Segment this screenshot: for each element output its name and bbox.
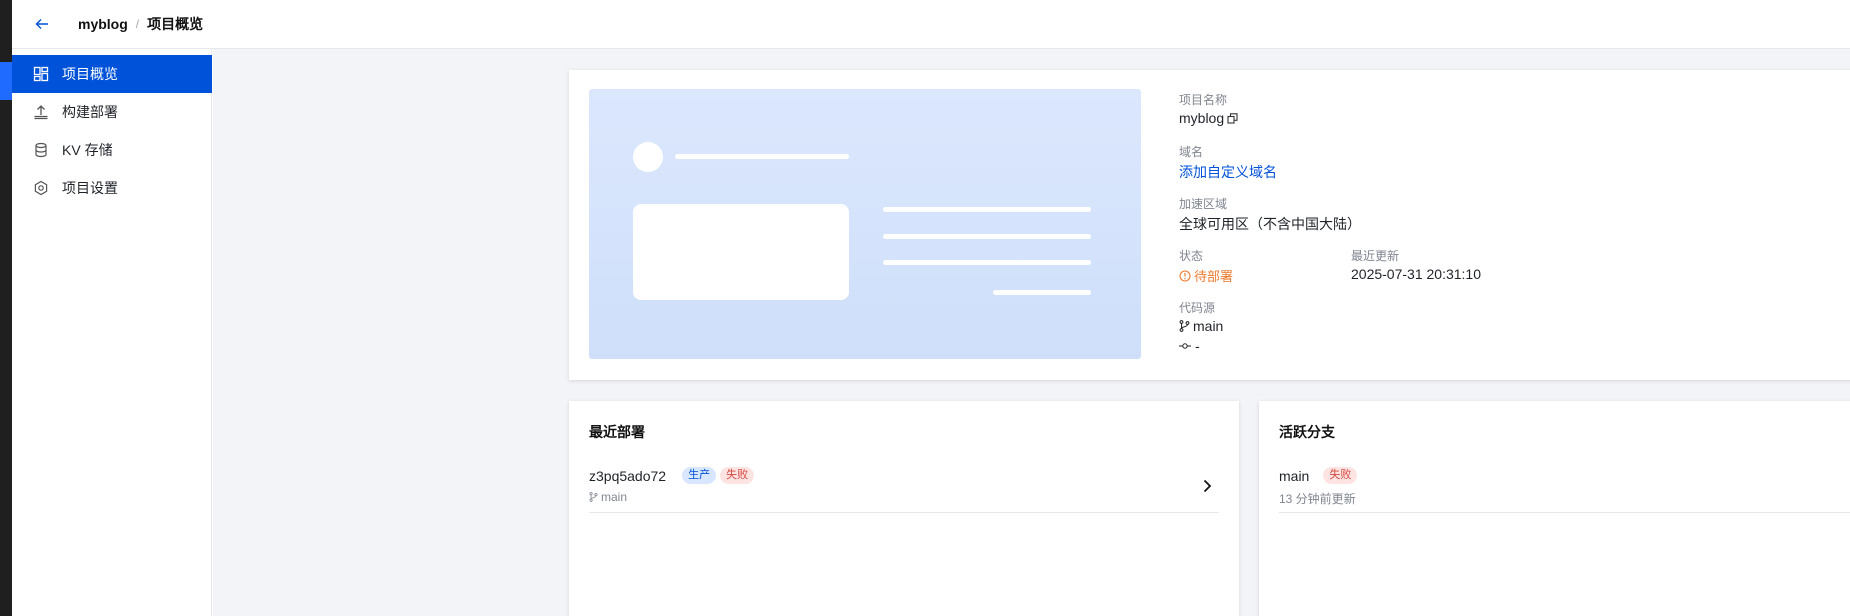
breadcrumb: myblog / 项目概览: [78, 14, 203, 34]
placeholder-line: [993, 290, 1091, 295]
add-custom-domain-link[interactable]: 添加自定义域名: [1179, 162, 1277, 182]
placeholder-line: [883, 234, 1091, 239]
deploy-row[interactable]: z3pq5ado72 生产 失败 main: [589, 461, 1219, 513]
active-window-marker: [0, 62, 12, 100]
breadcrumb-project[interactable]: myblog: [78, 16, 128, 32]
git-branch-icon: [589, 492, 598, 502]
branch-name: main: [1279, 467, 1310, 484]
placeholder-avatar: [633, 142, 663, 172]
project-name-value: myblog: [1179, 110, 1238, 126]
project-name-text: myblog: [1179, 110, 1225, 126]
sidebar-item-label: 项目设置: [62, 180, 118, 196]
sidebar-item-label: KV 存储: [62, 142, 113, 158]
dashboard-icon: [32, 65, 50, 83]
recent-deploys-card: 最近部署 z3pq5ado72 生产 失败 main: [569, 401, 1239, 616]
status-text: 待部署: [1194, 269, 1234, 284]
status-value: 待部署: [1179, 266, 1233, 285]
info-circle-icon: [1179, 269, 1191, 282]
chevron-right-icon: [1199, 477, 1215, 495]
region-label: 加速区域: [1179, 197, 1228, 211]
branch-row[interactable]: main 失败 13 分钟前更新: [1279, 461, 1850, 513]
sidebar-item-overview[interactable]: 项目概览: [12, 55, 212, 93]
placeholder-line: [883, 260, 1091, 265]
status-badge: 失败: [1323, 467, 1358, 484]
app-window: myblog / 项目概览 项目概览 构建部署 KV 存储 项目设置 项目名称 …: [12, 0, 1850, 616]
git-branch-icon: [1179, 320, 1190, 332]
recent-deploys-title: 最近部署: [589, 424, 645, 440]
source-commit-text: -: [1195, 338, 1200, 354]
placeholder-line: [883, 207, 1091, 212]
copy-icon[interactable]: [1227, 112, 1238, 124]
upload-icon: [32, 103, 50, 121]
sidebar-item-label: 构建部署: [62, 104, 118, 120]
updated-label: 最近更新: [1351, 249, 1400, 263]
branch-row-title: main 失败: [1279, 467, 1358, 484]
updated-value: 2025-07-31 20:31:10: [1351, 266, 1481, 282]
database-icon: [32, 141, 50, 159]
breadcrumb-current: 项目概览: [147, 16, 204, 32]
domain-label: 域名: [1179, 145, 1204, 159]
deploy-id: z3pq5ado72: [589, 467, 667, 484]
sidebar-item-build-deploy[interactable]: 构建部署: [12, 93, 212, 131]
arrow-left-icon: [35, 19, 48, 29]
region-value: 全球可用区（不含中国大陆）: [1179, 216, 1361, 232]
status-badge: 失败: [720, 467, 755, 484]
project-overview-card: 项目名称 myblog 域名 添加自定义域名 加速区域 全球可用区（不含中国大陆…: [569, 70, 1850, 380]
breadcrumb-separator: /: [135, 17, 140, 31]
deploy-row-title: z3pq5ado72 生产 失败: [589, 467, 755, 484]
source-commit: -: [1179, 338, 1200, 354]
top-bar: myblog / 项目概览: [12, 0, 1850, 49]
placeholder-block: [633, 204, 849, 300]
main-content: 项目名称 myblog 域名 添加自定义域名 加速区域 全球可用区（不含中国大陆…: [213, 49, 1850, 616]
sidebar-item-label: 项目概览: [62, 66, 118, 82]
source-branch: main: [1179, 318, 1223, 334]
settings-icon: [32, 179, 50, 197]
status-label: 状态: [1179, 249, 1204, 263]
sidebar: 项目概览 构建部署 KV 存储 项目设置: [12, 49, 212, 616]
source-branch-text: main: [1193, 318, 1224, 334]
active-branches-title: 活跃分支: [1279, 424, 1335, 440]
back-button[interactable]: [30, 12, 54, 36]
source-label: 代码源: [1179, 301, 1216, 315]
sidebar-item-settings[interactable]: 项目设置: [12, 169, 212, 207]
project-name-label: 项目名称: [1179, 93, 1228, 107]
deploy-branch: main: [589, 490, 627, 504]
env-badge: 生产: [682, 467, 717, 484]
sidebar-item-kv-storage[interactable]: KV 存储: [12, 131, 212, 169]
branch-updated: 13 分钟前更新: [1279, 492, 1356, 506]
deploy-branch-text: main: [601, 490, 628, 504]
active-branches-card: 活跃分支 main 失败 13 分钟前更新: [1259, 401, 1850, 616]
preview-placeholder-image: [589, 89, 1141, 359]
placeholder-line: [675, 154, 849, 159]
git-commit-icon: [1179, 342, 1191, 350]
